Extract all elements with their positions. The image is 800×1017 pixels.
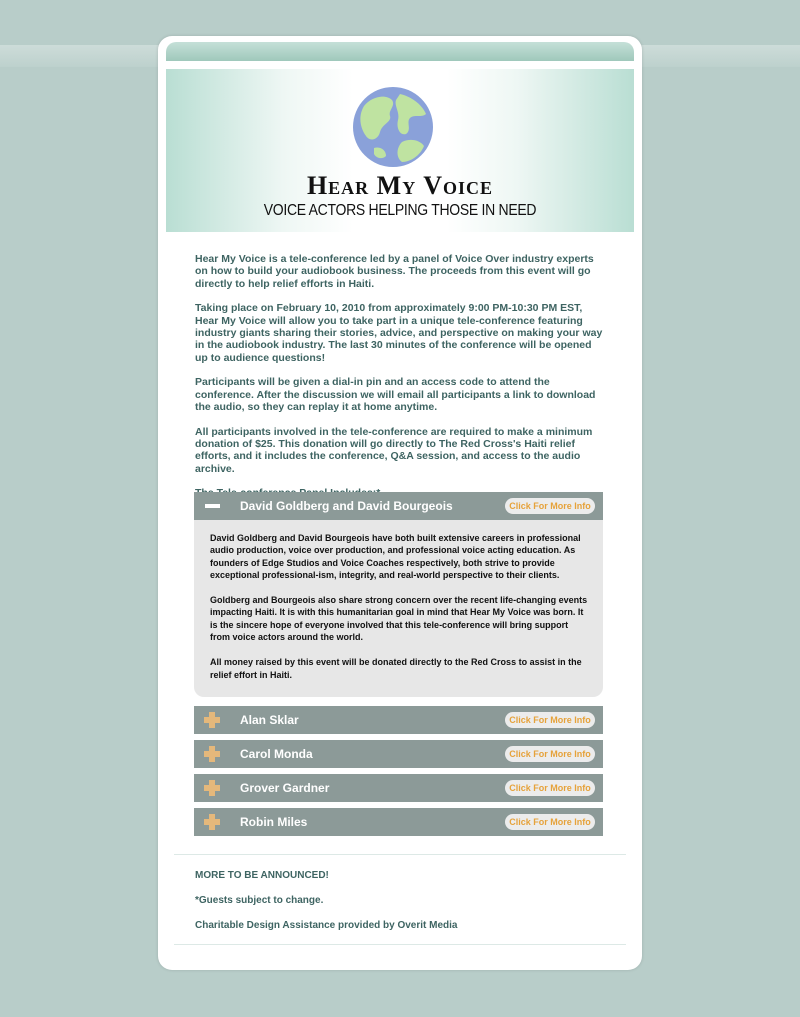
intro-text: Hear My Voice is a tele-conference led b…: [195, 253, 605, 517]
minus-icon[interactable]: [205, 504, 220, 508]
panelist-name: Alan Sklar: [240, 713, 299, 727]
design-credit: Charitable Design Assistance provided by…: [195, 920, 458, 931]
logo-title: Hear My Voice: [306, 171, 494, 200]
panelist-name: Robin Miles: [240, 815, 308, 829]
logo-subtitle: VOICE ACTORS HELPING THOSE IN NEED: [263, 199, 537, 219]
bio-paragraph: Goldberg and Bourgeois also share strong…: [210, 595, 588, 643]
plus-icon[interactable]: [204, 746, 220, 762]
more-info-button[interactable]: Click For More Info: [505, 814, 595, 830]
plus-icon[interactable]: [204, 712, 220, 728]
accordion-body-goldberg-bourgeois: David Goldberg and David Bourgeois have …: [194, 520, 603, 697]
intro-paragraph: All participants involved in the tele-co…: [195, 425, 593, 475]
more-info-button[interactable]: Click For More Info: [505, 780, 595, 796]
accordion-header-goldberg-bourgeois[interactable]: David Goldberg and David Bourgeois Click…: [194, 492, 603, 520]
guests-note: *Guests subject to change.: [195, 895, 324, 906]
bio-paragraph: All money raised by this event will be d…: [210, 657, 582, 680]
intro-paragraph: Hear My Voice is a tele-conference led b…: [195, 253, 594, 290]
card-top-bar: [166, 42, 634, 61]
more-info-button[interactable]: Click For More Info: [505, 712, 595, 728]
more-info-button[interactable]: Click For More Info: [505, 746, 595, 762]
intro-paragraph: Taking place on February 10, 2010 from a…: [195, 302, 603, 364]
bio-paragraph: David Goldberg and David Bourgeois have …: [210, 533, 581, 580]
more-info-button[interactable]: Click For More Info: [505, 498, 595, 514]
divider: [174, 854, 626, 855]
panelist-name: Carol Monda: [240, 747, 313, 761]
content-card: Hear My Voice VOICE ACTORS HELPING THOSE…: [158, 36, 642, 970]
announcement-text: MORE TO BE ANNOUNCED!: [195, 870, 329, 881]
panelist-name: Grover Gardner: [240, 781, 330, 795]
divider: [174, 944, 626, 945]
panelist-name: David Goldberg and David Bourgeois: [240, 499, 453, 513]
intro-paragraph: Participants will be given a dial-in pin…: [195, 376, 596, 413]
header-banner: Hear My Voice VOICE ACTORS HELPING THOSE…: [166, 69, 634, 232]
plus-icon[interactable]: [204, 780, 220, 796]
footer: MORE TO BE ANNOUNCED! *Guests subject to…: [195, 869, 605, 944]
globe-icon: [353, 87, 433, 167]
accordion-header-alan-sklar[interactable]: Alan Sklar Click For More Info: [194, 706, 603, 734]
accordion-header-grover-gardner[interactable]: Grover Gardner Click For More Info: [194, 774, 603, 802]
accordion-header-carol-monda[interactable]: Carol Monda Click For More Info: [194, 740, 603, 768]
plus-icon[interactable]: [204, 814, 220, 830]
accordion-header-robin-miles[interactable]: Robin Miles Click For More Info: [194, 808, 603, 836]
